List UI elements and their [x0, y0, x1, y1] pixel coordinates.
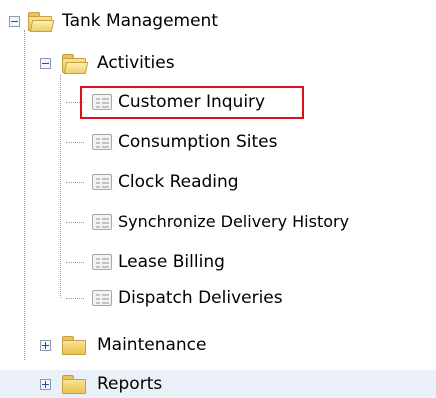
form-page-icon [92, 254, 112, 270]
form-page-icon [92, 214, 112, 230]
tree-item-lease-billing[interactable]: Lease Billing [0, 249, 300, 275]
tree-node-tank-management[interactable]: Tank Management [0, 8, 300, 34]
collapse-toggle-icon[interactable] [40, 58, 51, 69]
tree-node-reports[interactable]: Reports [0, 371, 300, 397]
form-page-icon [92, 174, 112, 190]
tree-item-synchronize-delivery-history[interactable]: Synchronize Delivery History [0, 209, 436, 235]
folder-open-icon [62, 54, 89, 74]
tree-node-label: Tank Management [62, 11, 218, 31]
folder-open-icon [28, 12, 55, 32]
form-page-icon [92, 94, 112, 110]
tree-node-activities[interactable]: Activities [0, 50, 300, 76]
tree-item-label: Clock Reading [118, 172, 239, 192]
tree-item-dispatch-deliveries[interactable]: Dispatch Deliveries [0, 285, 340, 311]
tree-item-label: Customer Inquiry [118, 92, 266, 112]
tree-node-label: Maintenance [97, 335, 207, 355]
expand-toggle-icon[interactable] [40, 340, 51, 351]
tree-item-customer-inquiry[interactable]: Customer Inquiry [0, 89, 300, 115]
tree-item-label: Consumption Sites [118, 132, 278, 152]
expand-toggle-icon[interactable] [40, 379, 51, 390]
tree-item-label: Lease Billing [118, 252, 225, 272]
tree-item-label: Dispatch Deliveries [118, 288, 283, 308]
form-page-icon [92, 134, 112, 150]
tree-node-label: Activities [97, 53, 175, 73]
tree-item-label: Synchronize Delivery History [118, 212, 350, 231]
form-page-icon [92, 290, 112, 306]
tree-node-maintenance[interactable]: Maintenance [0, 332, 300, 358]
tree-item-consumption-sites[interactable]: Consumption Sites [0, 129, 320, 155]
collapse-toggle-icon[interactable] [9, 16, 20, 27]
tree-item-clock-reading[interactable]: Clock Reading [0, 169, 300, 195]
navigation-tree: Tank Management Activities Customer Inqu… [0, 0, 436, 398]
tree-node-label: Reports [97, 374, 163, 394]
folder-closed-icon [62, 375, 86, 394]
folder-closed-icon [62, 336, 86, 355]
